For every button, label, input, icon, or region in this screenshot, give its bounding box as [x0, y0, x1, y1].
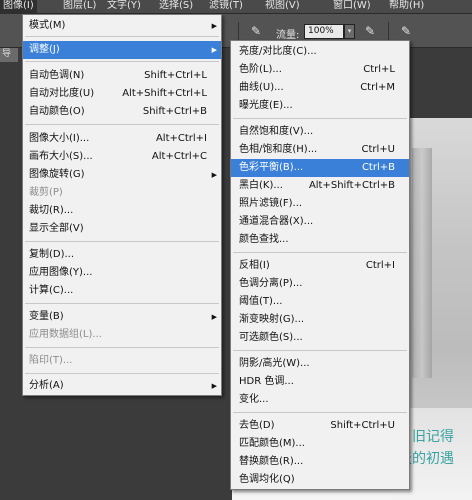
menu-item-hue-saturation[interactable]: 色相/饱和度(H)... Ctrl+U: [231, 141, 409, 159]
submenu-arrow-icon: ▶: [211, 171, 217, 179]
brush-size-pressure-icon[interactable]: ✎: [398, 23, 414, 39]
flow-dropdown-button[interactable]: ▾: [344, 24, 355, 39]
submenu-arrow-icon: ▶: [211, 382, 217, 390]
menu-item-shadows-highlights[interactable]: 阴影/高光(W)...: [231, 355, 409, 373]
menu-separator: [233, 118, 407, 119]
menu-item-replace-color[interactable]: 替换颜色(R)...: [231, 453, 409, 471]
menu-item-variables[interactable]: 变量(B) ▶: [23, 308, 221, 326]
menu-item-match-color[interactable]: 匹配颜色(M)...: [231, 435, 409, 453]
menubar: 图像(I) 图层(L) 文字(Y) 选择(S) 滤镜(T) 视图(V) 窗口(W…: [0, 0, 472, 14]
menu-item-gradient-map[interactable]: 渐变映射(G)...: [231, 311, 409, 329]
options-separator: [238, 22, 239, 42]
menu-separator: [233, 412, 407, 413]
menu-item-posterize[interactable]: 色调分离(P)...: [231, 275, 409, 293]
menu-item-equalize[interactable]: 色调均化(Q): [231, 471, 409, 489]
menu-item-image-size[interactable]: 图像大小(I)... Alt+Ctrl+I: [23, 130, 221, 148]
menu-item-brightness-contrast[interactable]: 亮度/对比度(C)...: [231, 43, 409, 61]
menu-item-apply-image[interactable]: 应用图像(Y)...: [23, 264, 221, 282]
menu-image[interactable]: 图像(I): [0, 0, 37, 14]
menu-window[interactable]: 窗口(W): [330, 0, 374, 14]
menu-item-threshold[interactable]: 阈值(T)...: [231, 293, 409, 311]
menu-separator: [25, 303, 219, 304]
menu-filter[interactable]: 滤镜(T): [206, 0, 246, 14]
adjustments-submenu: 亮度/对比度(C)... 色阶(L)... Ctrl+L 曲线(U)... Ctrl…: [230, 40, 410, 490]
menu-item-calculations[interactable]: 计算(C)...: [23, 282, 221, 300]
menu-separator: [25, 373, 219, 374]
menu-separator: [233, 252, 407, 253]
photo-caption-line-1: 旧记得: [412, 429, 454, 445]
menu-separator: [25, 124, 219, 125]
menu-item-desaturate[interactable]: 去色(D) Shift+Ctrl+U: [231, 417, 409, 435]
menu-item-trim[interactable]: 裁切(R)...: [23, 202, 221, 220]
airbrush-icon[interactable]: ✎: [248, 23, 264, 39]
menu-item-duplicate[interactable]: 复制(D)...: [23, 246, 221, 264]
menu-separator: [25, 36, 219, 37]
menu-item-image-rotation[interactable]: 图像旋转(G) ▶: [23, 166, 221, 184]
menu-item-curves[interactable]: 曲线(U)... Ctrl+M: [231, 79, 409, 97]
document-tab[interactable]: 导: [0, 48, 18, 62]
menu-item-color-balance[interactable]: 色彩平衡(B)... Ctrl+B: [231, 159, 409, 177]
flow-input[interactable]: 100%: [304, 24, 344, 39]
menu-help[interactable]: 帮助(H): [386, 0, 427, 14]
menu-item-invert[interactable]: 反相(I) Ctrl+I: [231, 257, 409, 275]
photo-pillar: [412, 148, 432, 378]
menu-select[interactable]: 选择(S): [156, 0, 196, 14]
menu-item-levels[interactable]: 色阶(L)... Ctrl+L: [231, 61, 409, 79]
menu-item-vibrance[interactable]: 自然饱和度(V)...: [231, 123, 409, 141]
menu-item-mode[interactable]: 模式(M) ▶: [23, 17, 221, 35]
menu-item-photo-filter[interactable]: 照片滤镜(F)...: [231, 195, 409, 213]
submenu-arrow-icon: ▶: [211, 46, 217, 54]
menu-item-variations[interactable]: 变化...: [231, 391, 409, 409]
menu-item-crop: 裁剪(P): [29, 187, 63, 198]
image-menu: 模式(M) ▶ 调整(J) ▶ 自动色调(N) Shift+Ctrl+L 自动对比度(…: [22, 14, 222, 396]
menu-item-exposure[interactable]: 曝光度(E)...: [231, 97, 409, 115]
menu-item-auto-color[interactable]: 自动颜色(O) Shift+Ctrl+B: [23, 103, 221, 121]
menu-item-selective-color[interactable]: 可选颜色(S)...: [231, 329, 409, 347]
flow-label: 流量:: [276, 30, 300, 41]
options-separator: [388, 22, 389, 42]
menu-item-trap: 陷印(T)...: [29, 355, 73, 366]
menu-separator: [233, 350, 407, 351]
menu-separator: [25, 347, 219, 348]
submenu-arrow-icon: ▶: [211, 313, 217, 321]
menu-separator: [25, 61, 219, 62]
submenu-arrow-icon: ▶: [211, 22, 217, 30]
menu-item-adjust[interactable]: 调整(J) ▶: [23, 41, 221, 59]
menu-type[interactable]: 文字(Y): [104, 0, 144, 14]
brush-pressure-icon[interactable]: ✎: [362, 23, 378, 39]
menu-item-auto-tone[interactable]: 自动色调(N) Shift+Ctrl+L: [23, 67, 221, 85]
menu-separator: [25, 241, 219, 242]
menu-view[interactable]: 视图(V): [262, 0, 303, 14]
menu-layer[interactable]: 图层(L): [60, 0, 99, 14]
menu-item-canvas-size[interactable]: 画布大小(S)... Alt+Ctrl+C: [23, 148, 221, 166]
menu-item-color-lookup[interactable]: 颜色查找...: [231, 231, 409, 249]
menu-item-black-white[interactable]: 黑白(K)... Alt+Shift+Ctrl+B: [231, 177, 409, 195]
menu-item-auto-contrast[interactable]: 自动对比度(U) Alt+Shift+Ctrl+L: [23, 85, 221, 103]
menu-item-hdr-toning[interactable]: HDR 色调...: [231, 373, 409, 391]
menu-item-channel-mixer[interactable]: 通道混合器(X)...: [231, 213, 409, 231]
menu-item-analysis[interactable]: 分析(A) ▶: [23, 377, 221, 395]
menu-item-reveal-all[interactable]: 显示全部(V): [23, 220, 221, 238]
menu-item-apply-data-set: 应用数据组(L)...: [29, 329, 102, 340]
